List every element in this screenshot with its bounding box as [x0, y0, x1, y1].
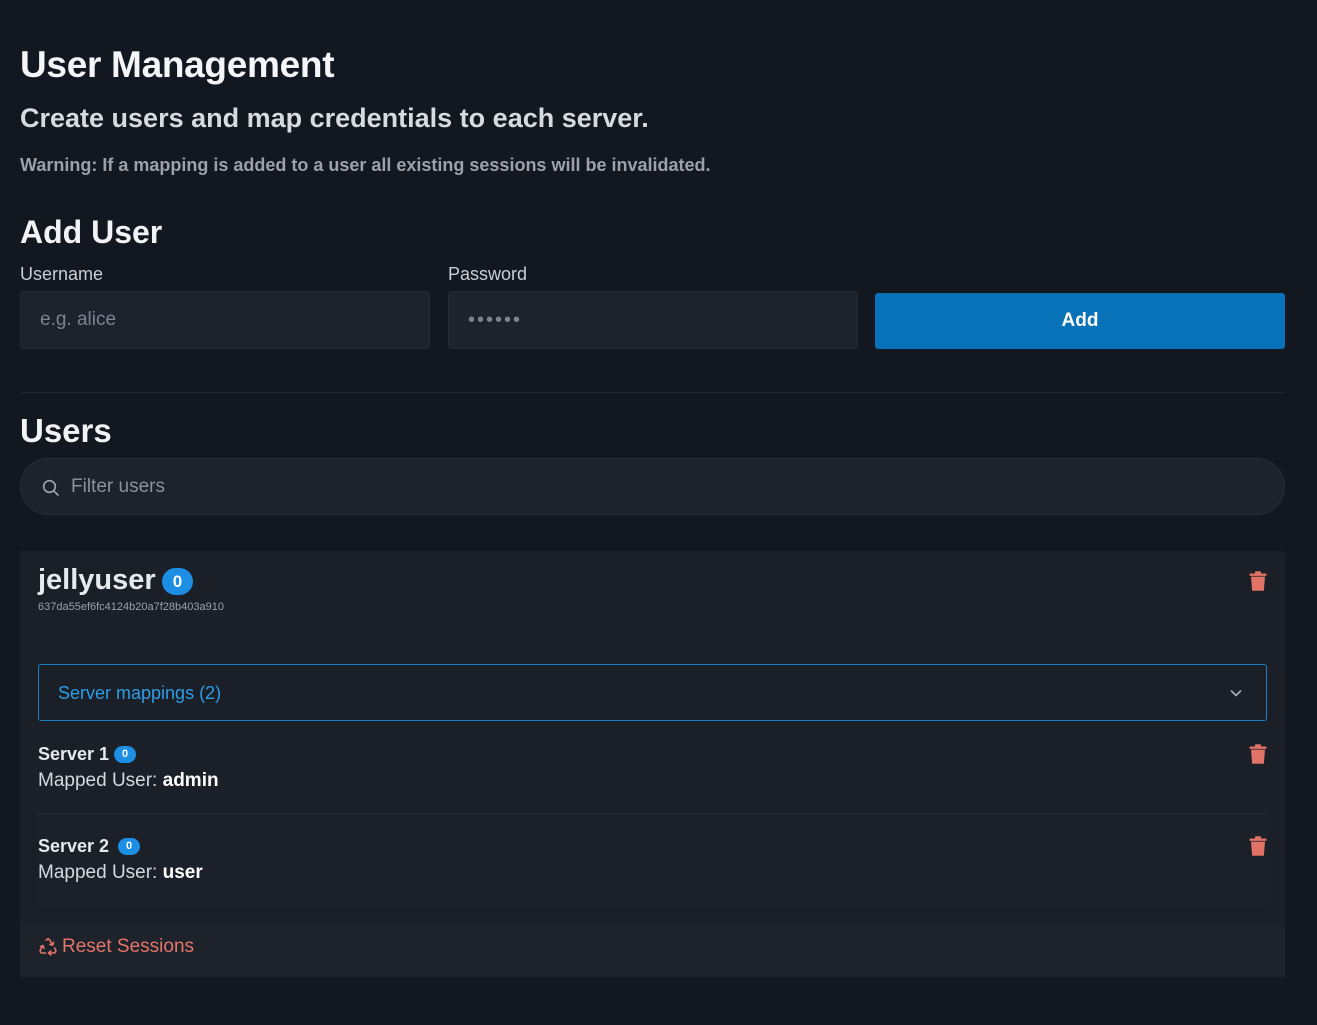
recycle-icon [39, 937, 57, 956]
mapped-user-label: Mapped User: [38, 862, 158, 883]
section-divider [20, 392, 1285, 393]
mapping-row-server-2: Server 2 0 Mapped User: user [38, 814, 1267, 906]
password-input[interactable] [448, 291, 858, 349]
add-user-button[interactable]: Add [875, 293, 1285, 349]
mapped-user-label: Mapped User: [38, 770, 158, 791]
server-name: Server 1 [38, 744, 110, 764]
server-session-badge: 0 [114, 746, 136, 763]
server-mappings-toggle[interactable]: Server mappings (2) [38, 664, 1267, 721]
delete-user-trash-icon[interactable] [1249, 571, 1267, 591]
page-subtitle: Create users and map credentials to each… [20, 103, 649, 133]
user-card: jellyuser 0 637da55ef6fc4124b20a7f28b403… [20, 551, 1285, 977]
warning-text: Warning: If a mapping is added to a user… [20, 155, 711, 175]
mapped-user-line: Mapped User: admin [38, 770, 219, 792]
chevron-down-icon [1230, 690, 1242, 697]
page-title: User Management [20, 44, 335, 85]
add-user-heading: Add User [20, 214, 163, 250]
users-heading: Users [20, 412, 112, 449]
server-mappings-label: Server mappings (2) [58, 683, 222, 703]
username-input[interactable] [20, 291, 430, 349]
username-label: Username [20, 264, 104, 284]
search-icon [42, 479, 59, 496]
reset-sessions-button[interactable]: Reset Sessions [38, 936, 194, 958]
password-label: Password [448, 264, 528, 284]
server-session-badge: 0 [118, 838, 140, 855]
user-id: 637da55ef6fc4124b20a7f28b403a910 [38, 601, 224, 613]
user-card-footer [20, 923, 1285, 977]
filter-users-field[interactable] [20, 458, 1285, 515]
user-session-badge: 0 [162, 568, 193, 595]
mapped-user-value: user [162, 862, 203, 883]
reset-sessions-label: Reset Sessions [62, 936, 195, 957]
filter-users-input[interactable] [71, 459, 1251, 514]
mapped-user-value: admin [162, 770, 219, 791]
user-name: jellyuser [38, 564, 156, 596]
delete-mapping-trash-icon[interactable] [1249, 744, 1267, 764]
mapping-row-server-1: Server 1 0 Mapped User: admin [38, 731, 1267, 813]
mapped-user-line: Mapped User: user [38, 862, 203, 884]
server-name: Server 2 [38, 836, 110, 856]
delete-mapping-trash-icon[interactable] [1249, 836, 1267, 856]
